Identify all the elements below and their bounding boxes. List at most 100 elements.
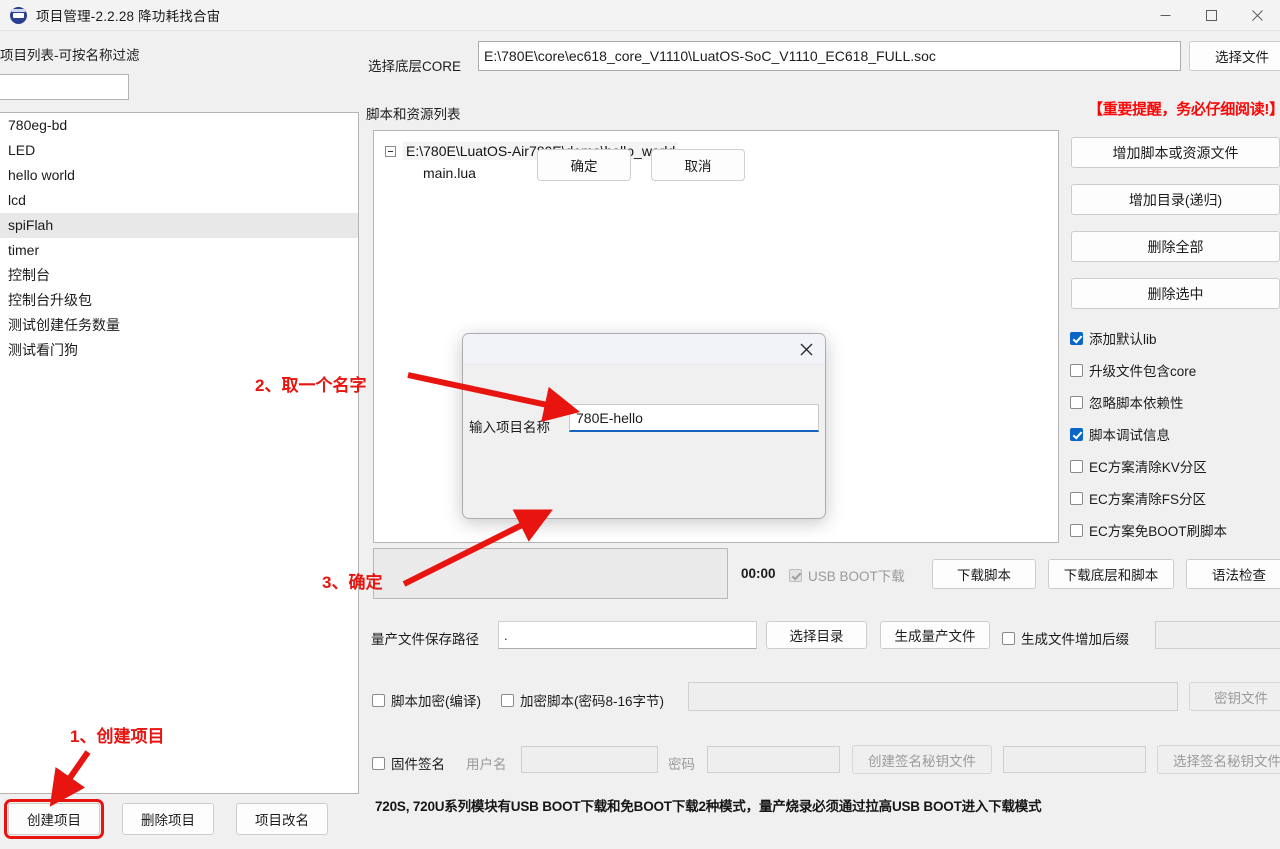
checkbox-add-default-lib[interactable]: 添加默认lib <box>1070 328 1157 348</box>
signature-username-input[interactable] <box>521 746 658 773</box>
app-logo-icon <box>10 6 27 24</box>
file-suffix-input[interactable] <box>1155 621 1280 649</box>
minimize-icon[interactable] <box>1142 0 1188 31</box>
new-project-dialog: 输入项目名称 <box>462 333 826 519</box>
collapse-toggle-icon[interactable] <box>385 145 396 157</box>
signature-username-label: 用户名 <box>466 757 507 772</box>
checkbox-icon[interactable] <box>372 756 385 770</box>
create-signature-key-button[interactable]: 创建签名秘钥文件 <box>852 745 992 774</box>
checkbox-label: USB BOOT下载 <box>808 569 905 584</box>
list-item[interactable]: timer <box>0 238 358 263</box>
checkbox-icon[interactable] <box>1070 459 1083 473</box>
annotation-step-3: 3、确定 <box>322 573 383 592</box>
checkbox-encrypt-script-password[interactable]: 加密脚本(密码8-16字节) <box>501 690 664 710</box>
delete-project-button[interactable]: 删除项目 <box>122 803 214 835</box>
checkbox-label: 生成文件增加后缀 <box>1021 632 1129 647</box>
bottom-status-note: 720S, 720U系列模块有USB BOOT下载和免BOOT下载2种模式，量产… <box>375 799 1042 814</box>
checkbox-ec-clear-fs[interactable]: EC方案清除FS分区 <box>1070 488 1206 508</box>
dialog-close-icon[interactable] <box>787 334 825 364</box>
checkbox-ec-clear-kv[interactable]: EC方案清除KV分区 <box>1070 456 1207 476</box>
checkbox-add-file-suffix[interactable]: 生成文件增加后缀 <box>1002 628 1129 648</box>
project-name-input[interactable] <box>569 404 819 432</box>
list-item[interactable]: 控制台升级包 <box>0 288 358 313</box>
checkbox-icon[interactable] <box>1070 491 1083 505</box>
annotation-step-2: 2、取一个名字 <box>255 376 367 395</box>
checkbox-label: 固件签名 <box>391 757 445 772</box>
choose-file-button[interactable]: 选择文件 <box>1189 41 1280 71</box>
project-list-label: 项目列表-可按名称过滤 <box>0 48 140 63</box>
select-signature-key-button[interactable]: 选择签名秘钥文件 <box>1157 745 1280 774</box>
checkbox-ec-no-boot-flash[interactable]: EC方案免BOOT刷脚本 <box>1070 520 1227 540</box>
delete-selected-button[interactable]: 删除选中 <box>1071 278 1280 309</box>
list-item[interactable]: 780eg-bd <box>0 113 358 138</box>
signature-password-label: 密码 <box>668 757 695 772</box>
list-item[interactable]: LED <box>0 138 358 163</box>
checkbox-label: EC方案清除KV分区 <box>1089 460 1207 475</box>
checkbox-upgrade-include-core[interactable]: 升级文件包含core <box>1070 360 1196 380</box>
checkbox-icon[interactable] <box>1070 363 1083 377</box>
close-icon[interactable] <box>1234 0 1280 31</box>
project-filter-input[interactable] <box>0 74 129 100</box>
annotation-step-1: 1、创建项目 <box>70 727 165 746</box>
project-name-label: 输入项目名称 <box>469 420 550 435</box>
download-timer: 00:00 <box>741 566 776 581</box>
script-resource-list-label: 脚本和资源列表 <box>366 107 461 122</box>
checkbox-script-encrypt-compile[interactable]: 脚本加密(编译) <box>372 690 481 710</box>
checkbox-label: EC方案清除FS分区 <box>1089 492 1207 507</box>
checkbox-script-debug-info[interactable]: 脚本调试信息 <box>1070 424 1170 444</box>
signature-key-path-input[interactable] <box>1003 746 1146 773</box>
key-file-button[interactable]: 密钥文件 <box>1189 682 1280 711</box>
checkbox-label: 脚本加密(编译) <box>391 694 481 709</box>
mass-production-path-label: 量产文件保存路径 <box>371 632 479 647</box>
checkbox-label: 升级文件包含core <box>1089 364 1197 379</box>
project-action-buttons: 创建项目 删除项目 项目改名 <box>4 799 328 839</box>
window-title: 项目管理-2.2.28 降功耗找合宙 <box>36 9 221 24</box>
delete-all-button[interactable]: 删除全部 <box>1071 231 1280 262</box>
core-path-input[interactable] <box>478 41 1181 71</box>
checkbox-icon[interactable] <box>789 568 802 582</box>
download-core-and-script-button[interactable]: 下载底层和脚本 <box>1048 559 1174 589</box>
project-list[interactable]: 780eg-bd LED hello world lcd spiFlah tim… <box>0 112 359 794</box>
checkbox-icon[interactable] <box>1070 523 1083 537</box>
list-item[interactable]: hello world <box>0 163 358 188</box>
list-item[interactable]: 测试看门狗 <box>0 338 358 363</box>
checkbox-icon[interactable] <box>501 693 514 707</box>
signature-password-input[interactable] <box>707 746 840 773</box>
checkbox-label: 脚本调试信息 <box>1089 428 1170 443</box>
core-path-label: 选择底层CORE <box>368 59 462 74</box>
create-project-button[interactable]: 创建项目 <box>4 799 104 839</box>
dialog-ok-button[interactable]: 确定 <box>537 149 631 181</box>
dialog-cancel-button[interactable]: 取消 <box>651 149 745 181</box>
checkbox-firmware-signature[interactable]: 固件签名 <box>372 753 445 773</box>
encryption-password-input[interactable] <box>688 682 1178 711</box>
choose-directory-button[interactable]: 选择目录 <box>766 621 867 649</box>
checkbox-icon[interactable] <box>372 693 385 707</box>
maximize-icon[interactable] <box>1188 0 1234 31</box>
syntax-check-button[interactable]: 语法检查 <box>1186 559 1280 589</box>
add-directory-recursive-button[interactable]: 增加目录(递归) <box>1071 184 1280 215</box>
checkbox-ignore-script-dependency[interactable]: 忽略脚本依赖性 <box>1070 392 1184 412</box>
list-item[interactable]: 测试创建任务数量 <box>0 313 358 338</box>
important-warning-text: 【重要提醒，务必仔细阅读!】 <box>1088 101 1280 118</box>
generate-mass-production-button[interactable]: 生成量产文件 <box>880 621 990 649</box>
dialog-titlebar <box>463 334 825 365</box>
checkbox-icon[interactable] <box>1070 331 1083 345</box>
add-script-resource-button[interactable]: 增加脚本或资源文件 <box>1071 137 1280 168</box>
download-script-button[interactable]: 下载脚本 <box>932 559 1036 589</box>
list-item[interactable]: lcd <box>0 188 358 213</box>
application-window: 项目管理-2.2.28 降功耗找合宙 项目列表-可按名称过滤 780eg-bd … <box>0 0 1280 849</box>
list-item-selected[interactable]: spiFlah <box>0 213 358 238</box>
window-titlebar: 项目管理-2.2.28 降功耗找合宙 <box>0 0 1280 31</box>
checkbox-icon[interactable] <box>1070 427 1083 441</box>
checkbox-icon[interactable] <box>1002 631 1015 645</box>
rename-project-button[interactable]: 项目改名 <box>236 803 328 835</box>
checkbox-label: EC方案免BOOT刷脚本 <box>1089 524 1228 539</box>
list-item[interactable]: 控制台 <box>0 263 358 288</box>
dialog-body: 输入项目名称 <box>463 365 825 518</box>
log-progress-panel <box>373 548 728 599</box>
checkbox-label: 忽略脚本依赖性 <box>1089 396 1184 411</box>
checkbox-icon[interactable] <box>1070 395 1083 409</box>
mass-production-path-input[interactable] <box>498 621 757 649</box>
checkbox-label: 加密脚本(密码8-16字节) <box>520 694 665 709</box>
checkbox-usb-boot-download[interactable]: USB BOOT下载 <box>789 565 905 585</box>
